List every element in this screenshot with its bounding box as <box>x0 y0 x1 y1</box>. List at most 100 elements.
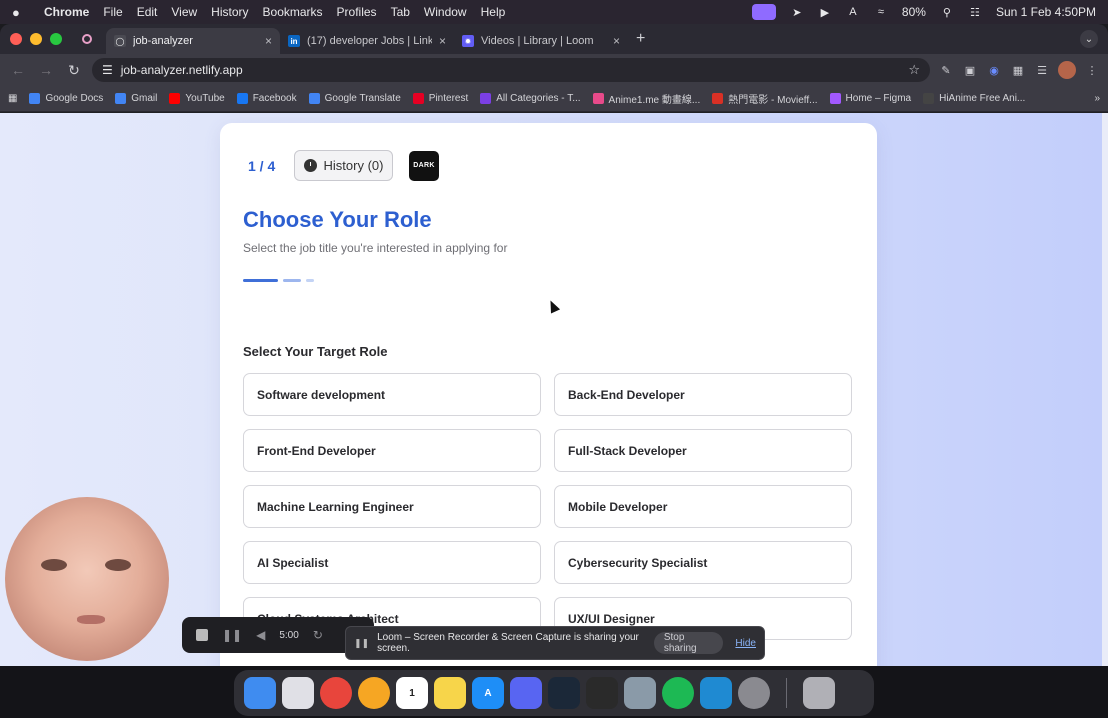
tab-group-icon[interactable] <box>82 34 92 44</box>
menu-file[interactable]: File <box>103 5 122 19</box>
close-tab-icon[interactable]: × <box>613 34 620 48</box>
address-url[interactable]: job-analyzer.netlify.app <box>121 63 243 77</box>
bookmark-google-docs[interactable]: Google Docs <box>29 93 103 104</box>
rocket-icon[interactable]: ➤ <box>790 5 804 19</box>
menubar-clock[interactable]: Sun 1 Feb 4:50PM <box>996 5 1096 19</box>
reload-icon[interactable]: ↻ <box>64 62 84 79</box>
hide-sharing-bar-link[interactable]: Hide <box>735 638 756 649</box>
photos-icon[interactable] <box>358 677 390 709</box>
menu-view[interactable]: View <box>171 5 197 19</box>
history-button[interactable]: History (0) <box>294 150 393 181</box>
bookmark-gmail[interactable]: Gmail <box>115 93 157 104</box>
apple-icon[interactable]: ● <box>12 5 30 20</box>
vscode-icon[interactable] <box>700 677 732 709</box>
menu-profiles[interactable]: Profiles <box>337 5 377 19</box>
role-option[interactable]: Software development <box>243 373 541 416</box>
save-extension-icon[interactable]: ▣ <box>962 62 978 78</box>
rewind-icon[interactable]: ◀ <box>256 628 265 642</box>
page-scrollbar[interactable] <box>1102 113 1108 666</box>
bookmark-anime1[interactable]: Anime1.me 動畫線... <box>592 91 700 106</box>
role-option[interactable]: Full-Stack Developer <box>554 429 852 472</box>
role-option[interactable]: AI Specialist <box>243 541 541 584</box>
apps-grid-icon[interactable]: ▦ <box>8 93 17 104</box>
preview-icon[interactable] <box>624 677 656 709</box>
site-info-icon[interactable]: ☰ <box>102 63 113 77</box>
menu-window[interactable]: Window <box>424 5 467 19</box>
restart-icon[interactable]: ↻ <box>313 628 323 642</box>
reading-list-icon[interactable]: ☰ <box>1034 62 1050 78</box>
menu-bookmarks[interactable]: Bookmarks <box>263 5 323 19</box>
loom-extension-icon[interactable]: ◉ <box>986 62 1002 78</box>
close-window-button[interactable] <box>10 33 22 45</box>
chrome-menu-icon[interactable]: ⋮ <box>1084 62 1100 78</box>
spotlight-search-icon[interactable]: ⚲ <box>940 5 954 19</box>
menu-history[interactable]: History <box>211 5 248 19</box>
bookmark-youtube[interactable]: YouTube <box>169 93 225 104</box>
bookmark-star-icon[interactable]: ☆ <box>908 62 920 78</box>
bookmark-hianime[interactable]: HiAnime Free Ani... <box>923 93 1025 104</box>
close-tab-icon[interactable]: × <box>265 34 272 48</box>
menubar-status-area: ➤ ▶ A ≈ 80% ⚲ ☷ Sun 1 Feb 4:50PM <box>751 4 1096 20</box>
battery-percent[interactable]: 80% <box>902 5 926 19</box>
webcam-bubble[interactable] <box>5 497 169 661</box>
bookmark-google-translate[interactable]: Google Translate <box>308 93 401 104</box>
extensions-puzzle-icon[interactable]: ▦ <box>1010 62 1026 78</box>
tab-loom[interactable]: ✹ Videos | Library | Loom × <box>454 28 628 54</box>
drag-handle-icon[interactable]: ❚❚ <box>354 638 369 649</box>
tab-job-analyzer[interactable]: ◯ job-analyzer × <box>106 28 280 54</box>
bookmark-facebook[interactable]: Facebook <box>236 93 297 104</box>
bookmark-all-categories[interactable]: All Categories - T... <box>480 93 581 104</box>
epic-games-icon[interactable] <box>586 677 618 709</box>
steam-icon[interactable] <box>548 677 580 709</box>
launchpad-icon[interactable] <box>282 677 314 709</box>
calendar-icon[interactable]: 1 <box>396 677 428 709</box>
bookmarks-overflow-icon[interactable]: » <box>1094 93 1100 104</box>
address-bar[interactable]: ☰ job-analyzer.netlify.app ☆ <box>92 58 930 82</box>
role-option[interactable]: Front-End Developer <box>243 429 541 472</box>
hianime-icon <box>923 93 935 104</box>
role-option[interactable]: Back-End Developer <box>554 373 852 416</box>
pause-icon[interactable]: ❚❚ <box>222 628 242 642</box>
wifi-icon[interactable]: ≈ <box>874 5 888 19</box>
spotify-icon[interactable] <box>662 677 694 709</box>
pen-extension-icon[interactable]: ✎ <box>938 62 954 78</box>
role-option[interactable]: Machine Learning Engineer <box>243 485 541 528</box>
minimize-window-button[interactable] <box>30 33 42 45</box>
bookmark-movieffm[interactable]: 熱門電影 - Movieff... <box>712 91 818 106</box>
zoom-window-button[interactable] <box>50 33 62 45</box>
control-center-icon[interactable]: ☷ <box>968 5 982 19</box>
tab-search-icon[interactable]: ⌄ <box>1080 30 1098 48</box>
history-label: History (0) <box>323 158 384 173</box>
menu-help[interactable]: Help <box>481 5 506 19</box>
text-input-icon[interactable]: A <box>846 5 860 19</box>
menu-chrome[interactable]: Chrome <box>44 5 89 19</box>
screen-sharing-icon[interactable] <box>751 4 776 20</box>
close-tab-icon[interactable]: × <box>439 34 446 48</box>
tab-linkedin[interactable]: in (17) developer Jobs | LinkedIn × <box>280 28 454 54</box>
bookmark-pinterest[interactable]: Pinterest <box>412 93 468 104</box>
discord-icon[interactable] <box>510 677 542 709</box>
profile-avatar[interactable] <box>1058 61 1076 79</box>
stop-recording-icon[interactable] <box>196 629 208 641</box>
trash-icon[interactable] <box>803 677 835 709</box>
chrome-icon[interactable] <box>320 677 352 709</box>
bookmark-figma[interactable]: Home – Figma <box>829 93 911 104</box>
dark-mode-toggle[interactable]: DARK <box>409 150 439 181</box>
menu-tab[interactable]: Tab <box>391 5 410 19</box>
page-title: Choose Your Role <box>243 207 432 232</box>
play-circle-icon[interactable]: ▶ <box>818 5 832 19</box>
bookmark-label: Gmail <box>131 93 158 104</box>
menu-edit[interactable]: Edit <box>137 5 158 19</box>
anime1-icon <box>592 93 604 104</box>
forward-arrow-icon[interactable]: → <box>36 62 56 78</box>
stop-sharing-button[interactable]: Stop sharing <box>653 632 724 654</box>
back-arrow-icon[interactable]: ← <box>8 62 28 78</box>
new-tab-button[interactable]: + <box>628 30 653 54</box>
finder-icon[interactable] <box>244 677 276 709</box>
notes-icon[interactable] <box>434 677 466 709</box>
role-option[interactable]: Mobile Developer <box>554 485 852 528</box>
role-option[interactable]: Cybersecurity Specialist <box>554 541 852 584</box>
sharing-message: Loom – Screen Recorder & Screen Capture … <box>377 632 639 654</box>
app-store-icon[interactable]: A <box>472 677 504 709</box>
system-settings-icon[interactable] <box>738 677 770 709</box>
